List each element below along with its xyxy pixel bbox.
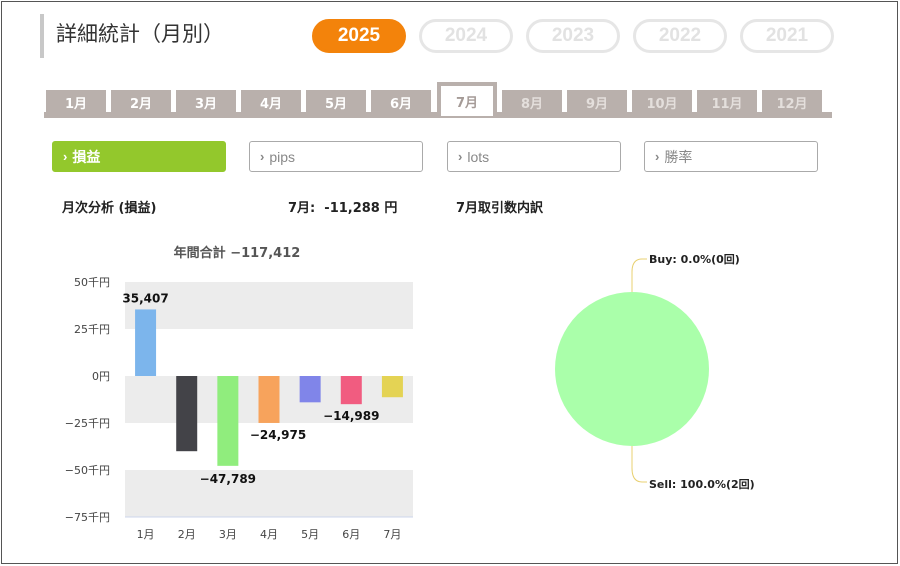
pie-slice-sell [555,292,709,446]
pie-label-buy: Buy: 0.0%(0回) [649,253,740,266]
pie-leader-buy [631,258,647,292]
pie-label-sell: Sell: 100.0%(2回) [649,478,755,491]
pie-leader-sell [631,446,647,483]
trade-breakdown-pie-chart [555,258,709,483]
